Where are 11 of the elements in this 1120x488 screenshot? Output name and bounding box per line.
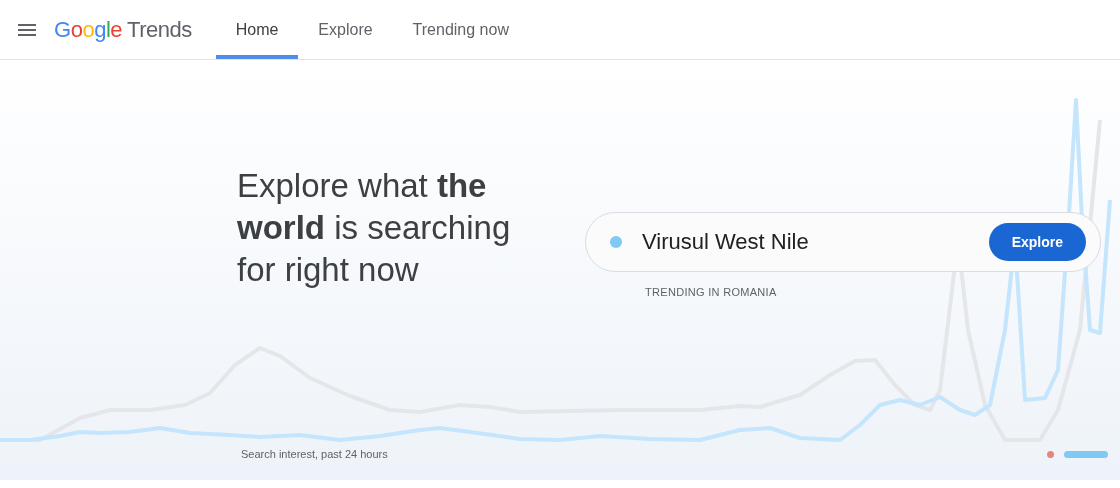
- trending-caption: TRENDING IN ROMANIA: [645, 286, 778, 298]
- carousel-indicator[interactable]: [1064, 450, 1108, 458]
- carousel-indicator[interactable]: [1047, 450, 1054, 458]
- logo[interactable]: Google Trends: [54, 16, 192, 43]
- chart-caption: Search interest, past 24 hours: [241, 448, 388, 460]
- search-field[interactable]: Virusul West Nile Explore: [585, 212, 1101, 272]
- nav-tab[interactable]: Trending now: [392, 0, 529, 59]
- explore-button[interactable]: Explore: [988, 223, 1086, 261]
- nav-tab[interactable]: Explore: [298, 0, 393, 59]
- headline: Explore what the world is searching for right now: [237, 166, 512, 290]
- menu-icon[interactable]: [18, 23, 36, 36]
